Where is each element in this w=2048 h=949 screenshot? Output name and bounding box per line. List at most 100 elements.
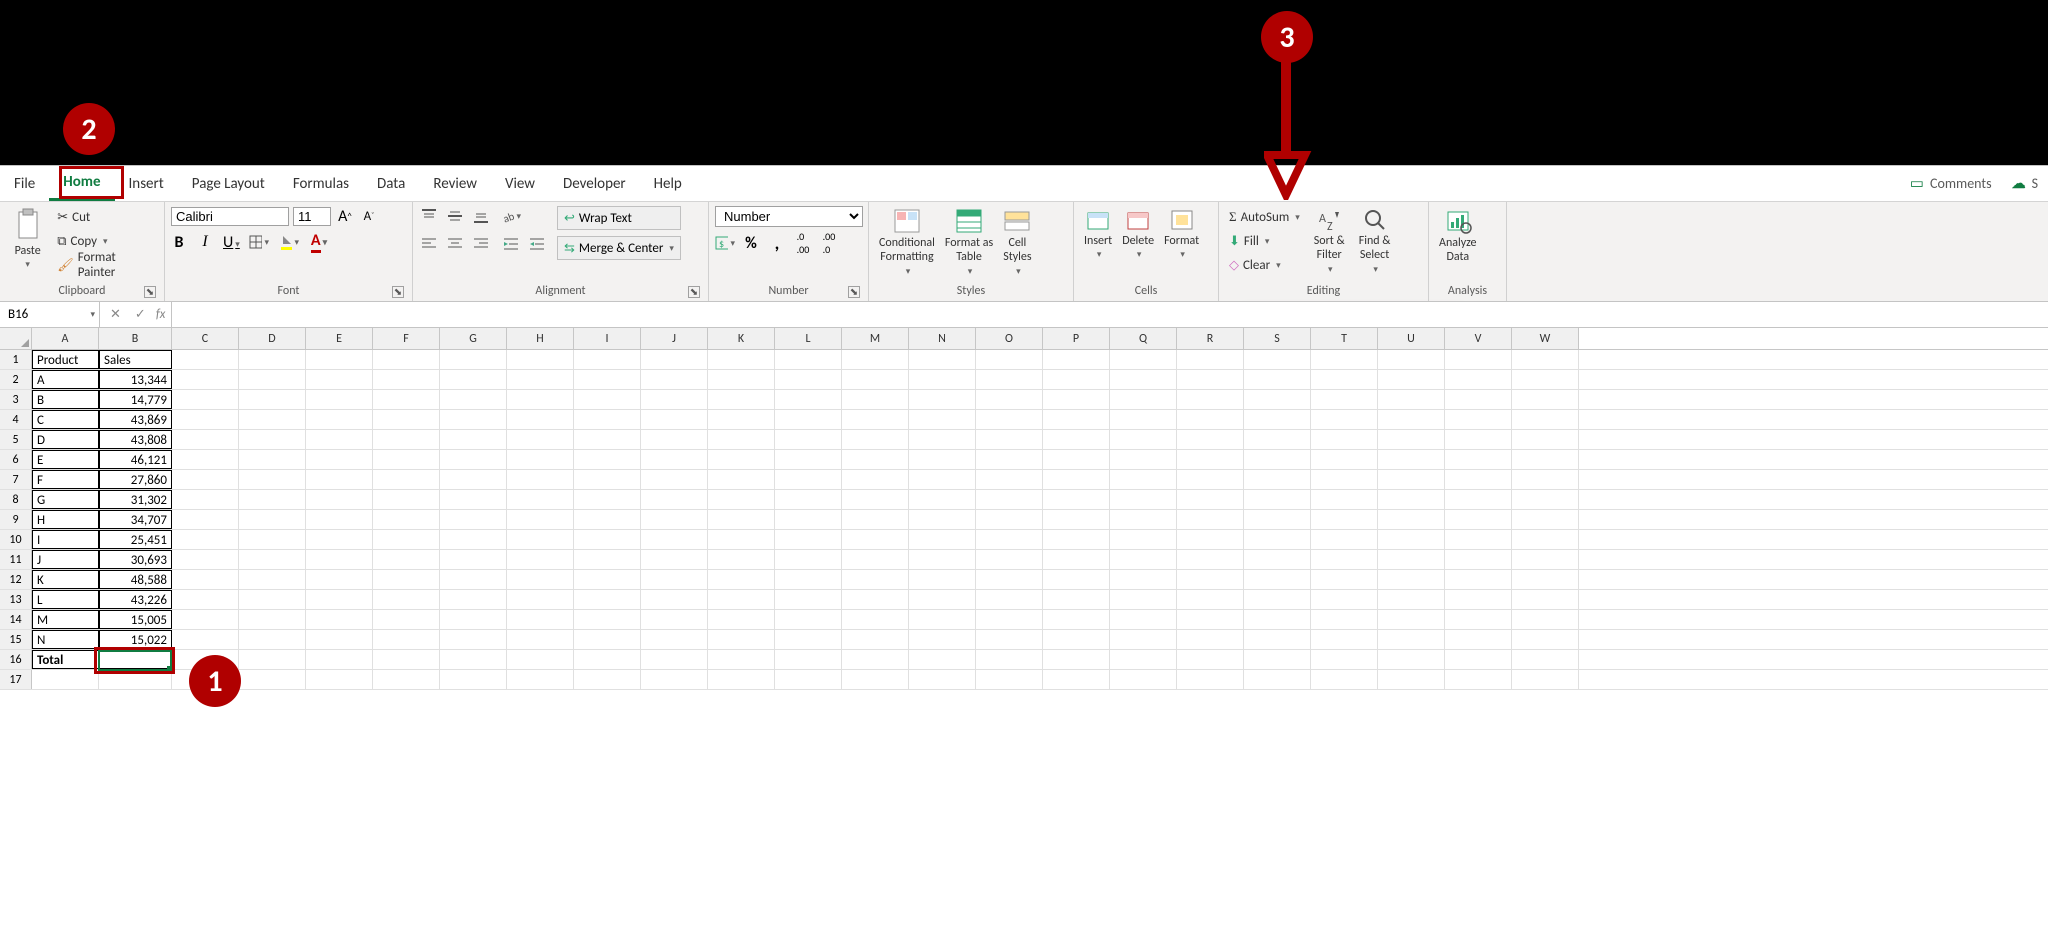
cell[interactable] [976,550,1043,569]
cell[interactable] [641,550,708,569]
cell[interactable] [909,410,976,429]
cell[interactable] [775,350,842,369]
cell[interactable] [1445,570,1512,589]
cell[interactable] [1512,370,1579,389]
col-header[interactable]: A [32,328,99,349]
cell[interactable] [909,370,976,389]
cell[interactable] [1512,390,1579,409]
cell[interactable] [1043,490,1110,509]
cell[interactable] [1110,530,1177,549]
cell[interactable] [1110,670,1177,689]
cell[interactable] [909,430,976,449]
cell[interactable] [641,630,708,649]
cell[interactable] [1512,650,1579,669]
cell[interactable] [507,350,574,369]
col-header[interactable]: T [1311,328,1378,349]
cell[interactable] [507,370,574,389]
cell[interactable]: F [32,470,99,489]
cell[interactable] [172,370,239,389]
cell[interactable] [909,470,976,489]
tab-data[interactable]: Data [363,166,419,201]
row-header[interactable]: 17 [0,670,32,689]
cell[interactable] [1244,430,1311,449]
cell[interactable] [1512,530,1579,549]
cell[interactable] [909,650,976,669]
cell[interactable]: C [32,410,99,429]
cell[interactable] [574,430,641,449]
cell[interactable] [1110,590,1177,609]
cell[interactable] [507,570,574,589]
cell[interactable] [1110,630,1177,649]
increase-font-button[interactable]: A^ [335,206,355,226]
tab-file[interactable]: File [0,166,49,201]
cell[interactable] [440,470,507,489]
cell[interactable] [775,490,842,509]
cell[interactable] [306,410,373,429]
row-header[interactable]: 15 [0,630,32,649]
cell[interactable] [440,650,507,669]
cell[interactable] [306,530,373,549]
cell[interactable] [306,650,373,669]
cell[interactable] [1177,530,1244,549]
tab-home[interactable]: Home [49,166,114,201]
cell[interactable] [1244,650,1311,669]
cell[interactable] [1445,530,1512,549]
cell[interactable] [1043,570,1110,589]
cell[interactable] [239,670,306,689]
spreadsheet-grid[interactable]: A B C D E F G H I J K L M N O P Q R S T … [0,328,2048,690]
cell[interactable]: 46,121 [99,450,172,469]
cell[interactable] [1177,650,1244,669]
cell[interactable]: 48,588 [99,570,172,589]
cell[interactable] [373,670,440,689]
cell[interactable] [373,530,440,549]
cell[interactable] [440,370,507,389]
cell[interactable] [574,470,641,489]
clipboard-dialog-launcher[interactable]: ⬊ [144,286,156,298]
cell[interactable] [574,670,641,689]
cell[interactable] [976,370,1043,389]
cell[interactable] [909,570,976,589]
tab-formulas[interactable]: Formulas [279,166,363,201]
cell[interactable] [1311,630,1378,649]
cell[interactable] [1378,470,1445,489]
cell[interactable] [842,530,909,549]
row-header[interactable]: 1 [0,350,32,369]
cell[interactable] [1043,610,1110,629]
sort-filter-button[interactable]: AZSort & Filter [1310,206,1349,278]
cell[interactable] [172,550,239,569]
borders-button[interactable] [249,232,269,252]
cell[interactable] [239,570,306,589]
cell[interactable] [1043,350,1110,369]
cell[interactable]: 30,693 [99,550,172,569]
cell[interactable] [373,430,440,449]
cell[interactable] [1512,610,1579,629]
font-dialog-launcher[interactable]: ⬊ [392,286,404,298]
col-header[interactable]: N [909,328,976,349]
cell[interactable] [1110,370,1177,389]
cell[interactable] [909,350,976,369]
cell[interactable] [574,590,641,609]
col-header[interactable]: J [641,328,708,349]
align-bottom-button[interactable] [471,206,491,226]
cell[interactable]: 15,022 [99,630,172,649]
clear-button[interactable]: ◇Clear [1225,254,1304,276]
cut-button[interactable]: ✂Cut [53,206,158,228]
copy-button[interactable]: ⧉Copy [53,230,158,252]
decrease-indent-button[interactable] [501,234,521,254]
cell[interactable] [708,350,775,369]
cell[interactable] [1311,510,1378,529]
cell[interactable]: 13,344 [99,370,172,389]
cell[interactable] [507,550,574,569]
cell[interactable] [775,610,842,629]
cell[interactable] [976,530,1043,549]
col-header[interactable]: P [1043,328,1110,349]
col-header[interactable]: F [373,328,440,349]
cell[interactable] [306,490,373,509]
cell[interactable] [842,610,909,629]
cell[interactable] [976,430,1043,449]
cell[interactable] [909,670,976,689]
cell[interactable] [775,390,842,409]
cell[interactable] [1043,510,1110,529]
cell[interactable] [641,670,708,689]
cell[interactable] [708,550,775,569]
